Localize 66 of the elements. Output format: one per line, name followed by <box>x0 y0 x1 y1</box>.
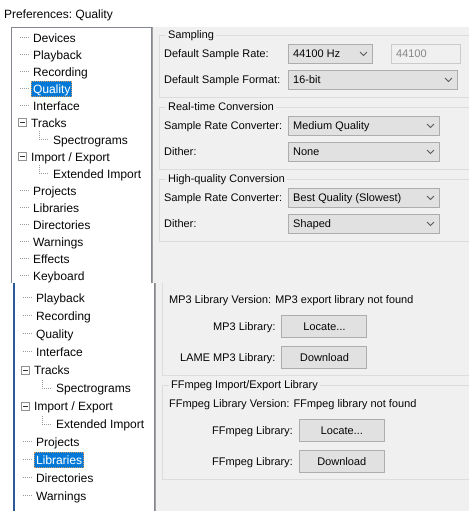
field-label: Dither: <box>164 218 198 230</box>
dropdown[interactable]: Medium Quality <box>288 116 440 136</box>
group-title: High-quality Conversion <box>167 173 286 185</box>
chevron-down-icon <box>426 123 435 129</box>
action-button[interactable]: Download <box>298 450 385 473</box>
chevron-down-icon <box>426 221 435 227</box>
collapse-icon[interactable] <box>21 402 30 410</box>
action-button[interactable]: Locate... <box>298 419 385 442</box>
tree-item[interactable]: Extended Import <box>54 416 146 432</box>
tree-item[interactable]: Interface <box>31 98 82 114</box>
dropdown[interactable]: Best Quality (Slowest) <box>288 188 440 208</box>
field-label: MP3 Library: <box>212 320 276 332</box>
chevron-down-icon <box>426 195 435 201</box>
chevron-down-icon <box>426 149 435 155</box>
field-value: FFmpeg library not found <box>293 398 416 410</box>
collapse-icon[interactable] <box>21 366 30 374</box>
tree-item[interactable]: Spectrograms <box>54 380 133 396</box>
field-label: Sample Rate Converter: <box>164 192 283 204</box>
tree-item[interactable]: Warnings <box>31 234 86 250</box>
action-button[interactable]: Download <box>281 346 368 369</box>
tree-item[interactable]: Quality <box>34 326 76 342</box>
tree-item[interactable]: Import / Export <box>29 148 112 164</box>
tree-item[interactable]: Warnings <box>34 488 88 504</box>
field-label: Dither: <box>164 146 198 158</box>
collapse-icon[interactable] <box>18 118 27 127</box>
tree-item[interactable]: Effects <box>31 250 72 266</box>
tree-item[interactable]: Directories <box>34 470 96 486</box>
field-label: FFmpeg Library: <box>212 424 293 436</box>
tree-item[interactable]: Quality <box>31 80 72 96</box>
dropdown[interactable]: 44100 Hz <box>288 44 373 64</box>
tree-item[interactable]: Keyboard <box>31 268 86 283</box>
field-label: Default Sample Format: <box>164 74 282 86</box>
tree-item[interactable]: Devices <box>31 30 78 46</box>
tree-item[interactable]: Tracks <box>32 362 72 378</box>
tree-item[interactable]: Import / Export <box>32 398 115 414</box>
field-value: MP3 export library not found <box>275 294 414 306</box>
chevron-down-icon <box>359 51 368 57</box>
field-label: Sample Rate Converter: <box>164 120 283 132</box>
field-label: MP3 Library Version: <box>169 294 272 306</box>
tree-item[interactable]: Projects <box>34 434 82 450</box>
tree-item[interactable]: Spectrograms <box>51 132 130 148</box>
field-label: FFmpeg Library Version: <box>169 398 290 410</box>
tree-item[interactable]: Recording <box>31 64 90 80</box>
dropdown[interactable]: Shaped <box>288 214 440 234</box>
tree-item[interactable]: Playback <box>34 290 87 306</box>
tree-item[interactable]: Interface <box>34 344 85 360</box>
chevron-down-icon <box>444 77 453 83</box>
field-label: LAME MP3 Library: <box>180 352 276 364</box>
tree-item[interactable]: Recording <box>34 308 93 324</box>
group-title: Real-time Conversion <box>167 101 275 113</box>
collapse-icon[interactable] <box>18 152 27 161</box>
window-title: Preferences: Quality <box>4 6 113 20</box>
group-title: FFmpeg Import/Export Library <box>170 379 319 391</box>
dropdown[interactable]: None <box>288 142 440 162</box>
tree-item[interactable]: Tracks <box>29 114 69 130</box>
group-title: Sampling <box>167 29 215 41</box>
tree-item[interactable]: Libraries <box>31 200 82 216</box>
field-label: Default Sample Rate: <box>164 48 270 60</box>
tree-item[interactable]: Libraries <box>34 452 84 468</box>
field-label: FFmpeg Library: <box>212 456 293 468</box>
tree-item[interactable]: Extended Import <box>51 166 144 182</box>
action-button[interactable]: Locate... <box>281 315 368 338</box>
tree-item[interactable]: Projects <box>31 182 78 198</box>
dropdown[interactable]: 16-bit <box>288 70 458 90</box>
tree-item[interactable]: Directories <box>31 216 92 232</box>
tree-item[interactable]: Playback <box>31 46 84 62</box>
